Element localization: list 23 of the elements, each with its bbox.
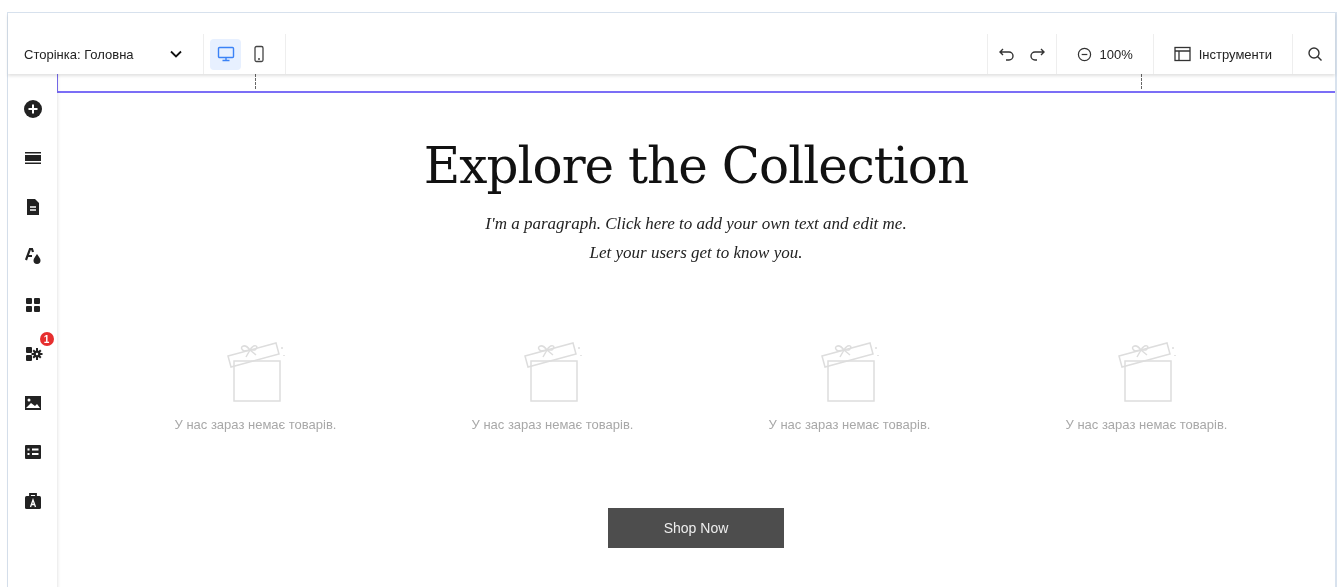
empty-products-text: У нас зараз немає товарів. xyxy=(768,417,931,432)
empty-products-text: У нас зараз немає товарів. xyxy=(1065,417,1228,432)
empty-products-text: У нас зараз немає товарів. xyxy=(471,417,634,432)
desktop-view-button[interactable] xyxy=(210,38,241,70)
image-icon[interactable] xyxy=(22,393,43,413)
notification-badge: 1 xyxy=(39,332,54,346)
empty-products-text: У нас зараз немає товарів. xyxy=(174,417,337,432)
font-drop-icon[interactable] xyxy=(22,246,43,266)
tools-button[interactable]: Інструменти xyxy=(1173,46,1272,62)
panel-layout-icon xyxy=(1173,46,1191,62)
zoom-out-button[interactable]: 100% xyxy=(1076,46,1133,62)
plus-circle-icon[interactable] xyxy=(22,99,43,119)
header-strip[interactable] xyxy=(57,74,1335,93)
paragraph-text: I'm a paragraph. Click here to add your own text and edit me. xyxy=(485,213,907,235)
table-icon[interactable] xyxy=(22,442,43,462)
monitor-icon xyxy=(216,45,235,63)
paragraph-text: Let your users get to know you. xyxy=(588,242,804,264)
page-selector[interactable]: Сторінка: Головна xyxy=(8,34,204,74)
search-icon[interactable] xyxy=(1307,46,1323,62)
shop-now-button[interactable]: Shop Now xyxy=(608,508,784,548)
section-title: Explore the Collection xyxy=(423,137,969,195)
minus-circle-icon xyxy=(1076,46,1092,62)
briefcase-icon[interactable] xyxy=(22,491,43,511)
